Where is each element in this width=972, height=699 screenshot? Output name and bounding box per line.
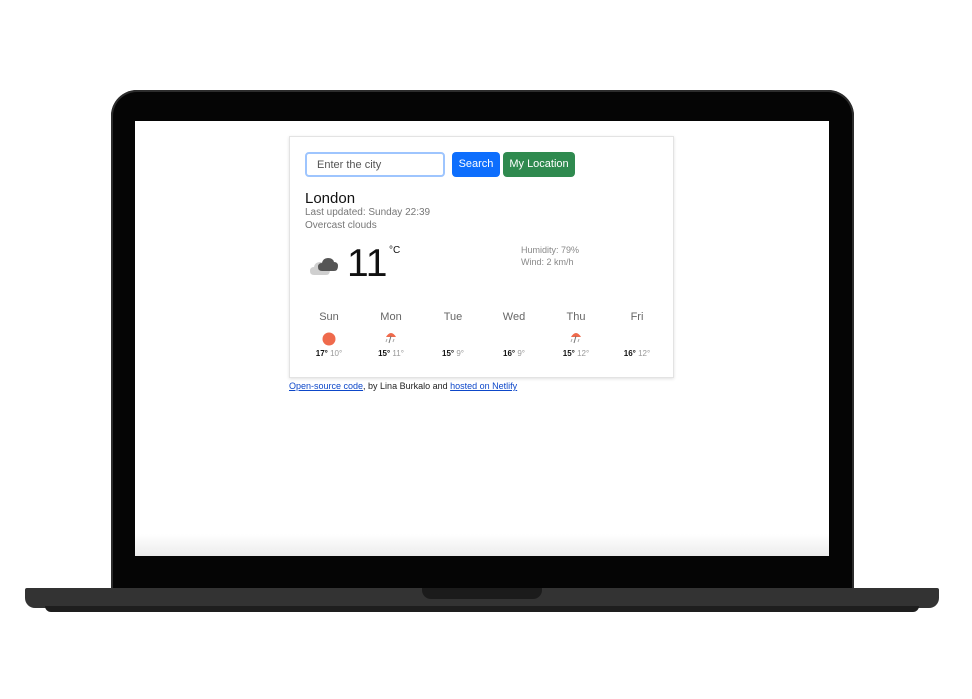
humidity: Humidity: 79%: [521, 245, 580, 255]
forecast-day-name: Sun: [319, 311, 339, 323]
footer: Open-source code, by Lina Burkalo and ho…: [289, 381, 517, 391]
forecast-min: 9°: [517, 349, 525, 358]
forecast-min: 12°: [577, 349, 590, 358]
forecast-day: Sun 17° 10°: [298, 311, 360, 358]
laptop-base-shadow: [45, 606, 919, 612]
forecast-day: Wed 16° 9°: [483, 311, 545, 358]
forecast-day: Tue 15° 9°: [422, 311, 484, 358]
forecast: Sun 17° 10° Mon 15° 11° Tue 15° 9° Wed 1…: [298, 311, 666, 371]
city-name: London: [305, 190, 356, 207]
netlify-link[interactable]: hosted on Netlify: [450, 381, 517, 391]
open-source-code-link[interactable]: Open-source code: [289, 381, 363, 391]
forecast-max: 16°: [623, 349, 636, 358]
temperature-unit[interactable]: °C: [389, 245, 400, 256]
forecast-day-name: Tue: [443, 311, 463, 323]
last-updated: Last updated: Sunday 22:39: [305, 207, 431, 218]
screen-gradient: [135, 534, 829, 556]
forecast-day: Mon 15° 11°: [360, 311, 422, 358]
forecast-max: 15°: [378, 349, 391, 358]
rain-icon: [360, 325, 422, 349]
forecast-min: 11°: [392, 349, 404, 358]
weather-card: Search My Location London Last updated: …: [289, 136, 674, 378]
forecast-min: 9°: [456, 349, 464, 358]
rain-icon: [545, 325, 607, 349]
forecast-day: Fri 16° 12°: [606, 311, 668, 358]
forecast-day-name: Wed: [502, 311, 526, 323]
current-temperature: 11: [347, 242, 388, 285]
forecast-min: 12°: [638, 349, 651, 358]
search-button[interactable]: Search: [452, 152, 500, 177]
laptop-notch: [422, 588, 542, 599]
footer-author-text: , by Lina Burkalo and: [363, 381, 451, 391]
overcast-clouds-icon: [310, 258, 338, 275]
wind: Wind: 2 km/h: [521, 257, 574, 267]
forecast-max: 16°: [503, 349, 516, 358]
forecast-min: 10°: [330, 349, 343, 358]
forecast-day-name: Thu: [566, 311, 586, 323]
forecast-max: 17°: [315, 349, 328, 358]
forecast-day-name: Mon: [380, 311, 402, 323]
weather-description: Overcast clouds: [305, 220, 377, 231]
forecast-day: Thu 15° 12°: [545, 311, 607, 358]
forecast-max: 15°: [442, 349, 455, 358]
forecast-max: 15°: [562, 349, 575, 358]
laptop-screen: Search My Location London Last updated: …: [135, 121, 829, 556]
my-location-button[interactable]: My Location: [503, 152, 575, 177]
forecast-day-name: Fri: [630, 311, 644, 323]
sun-icon: [298, 325, 360, 349]
city-search-input[interactable]: [305, 152, 445, 177]
